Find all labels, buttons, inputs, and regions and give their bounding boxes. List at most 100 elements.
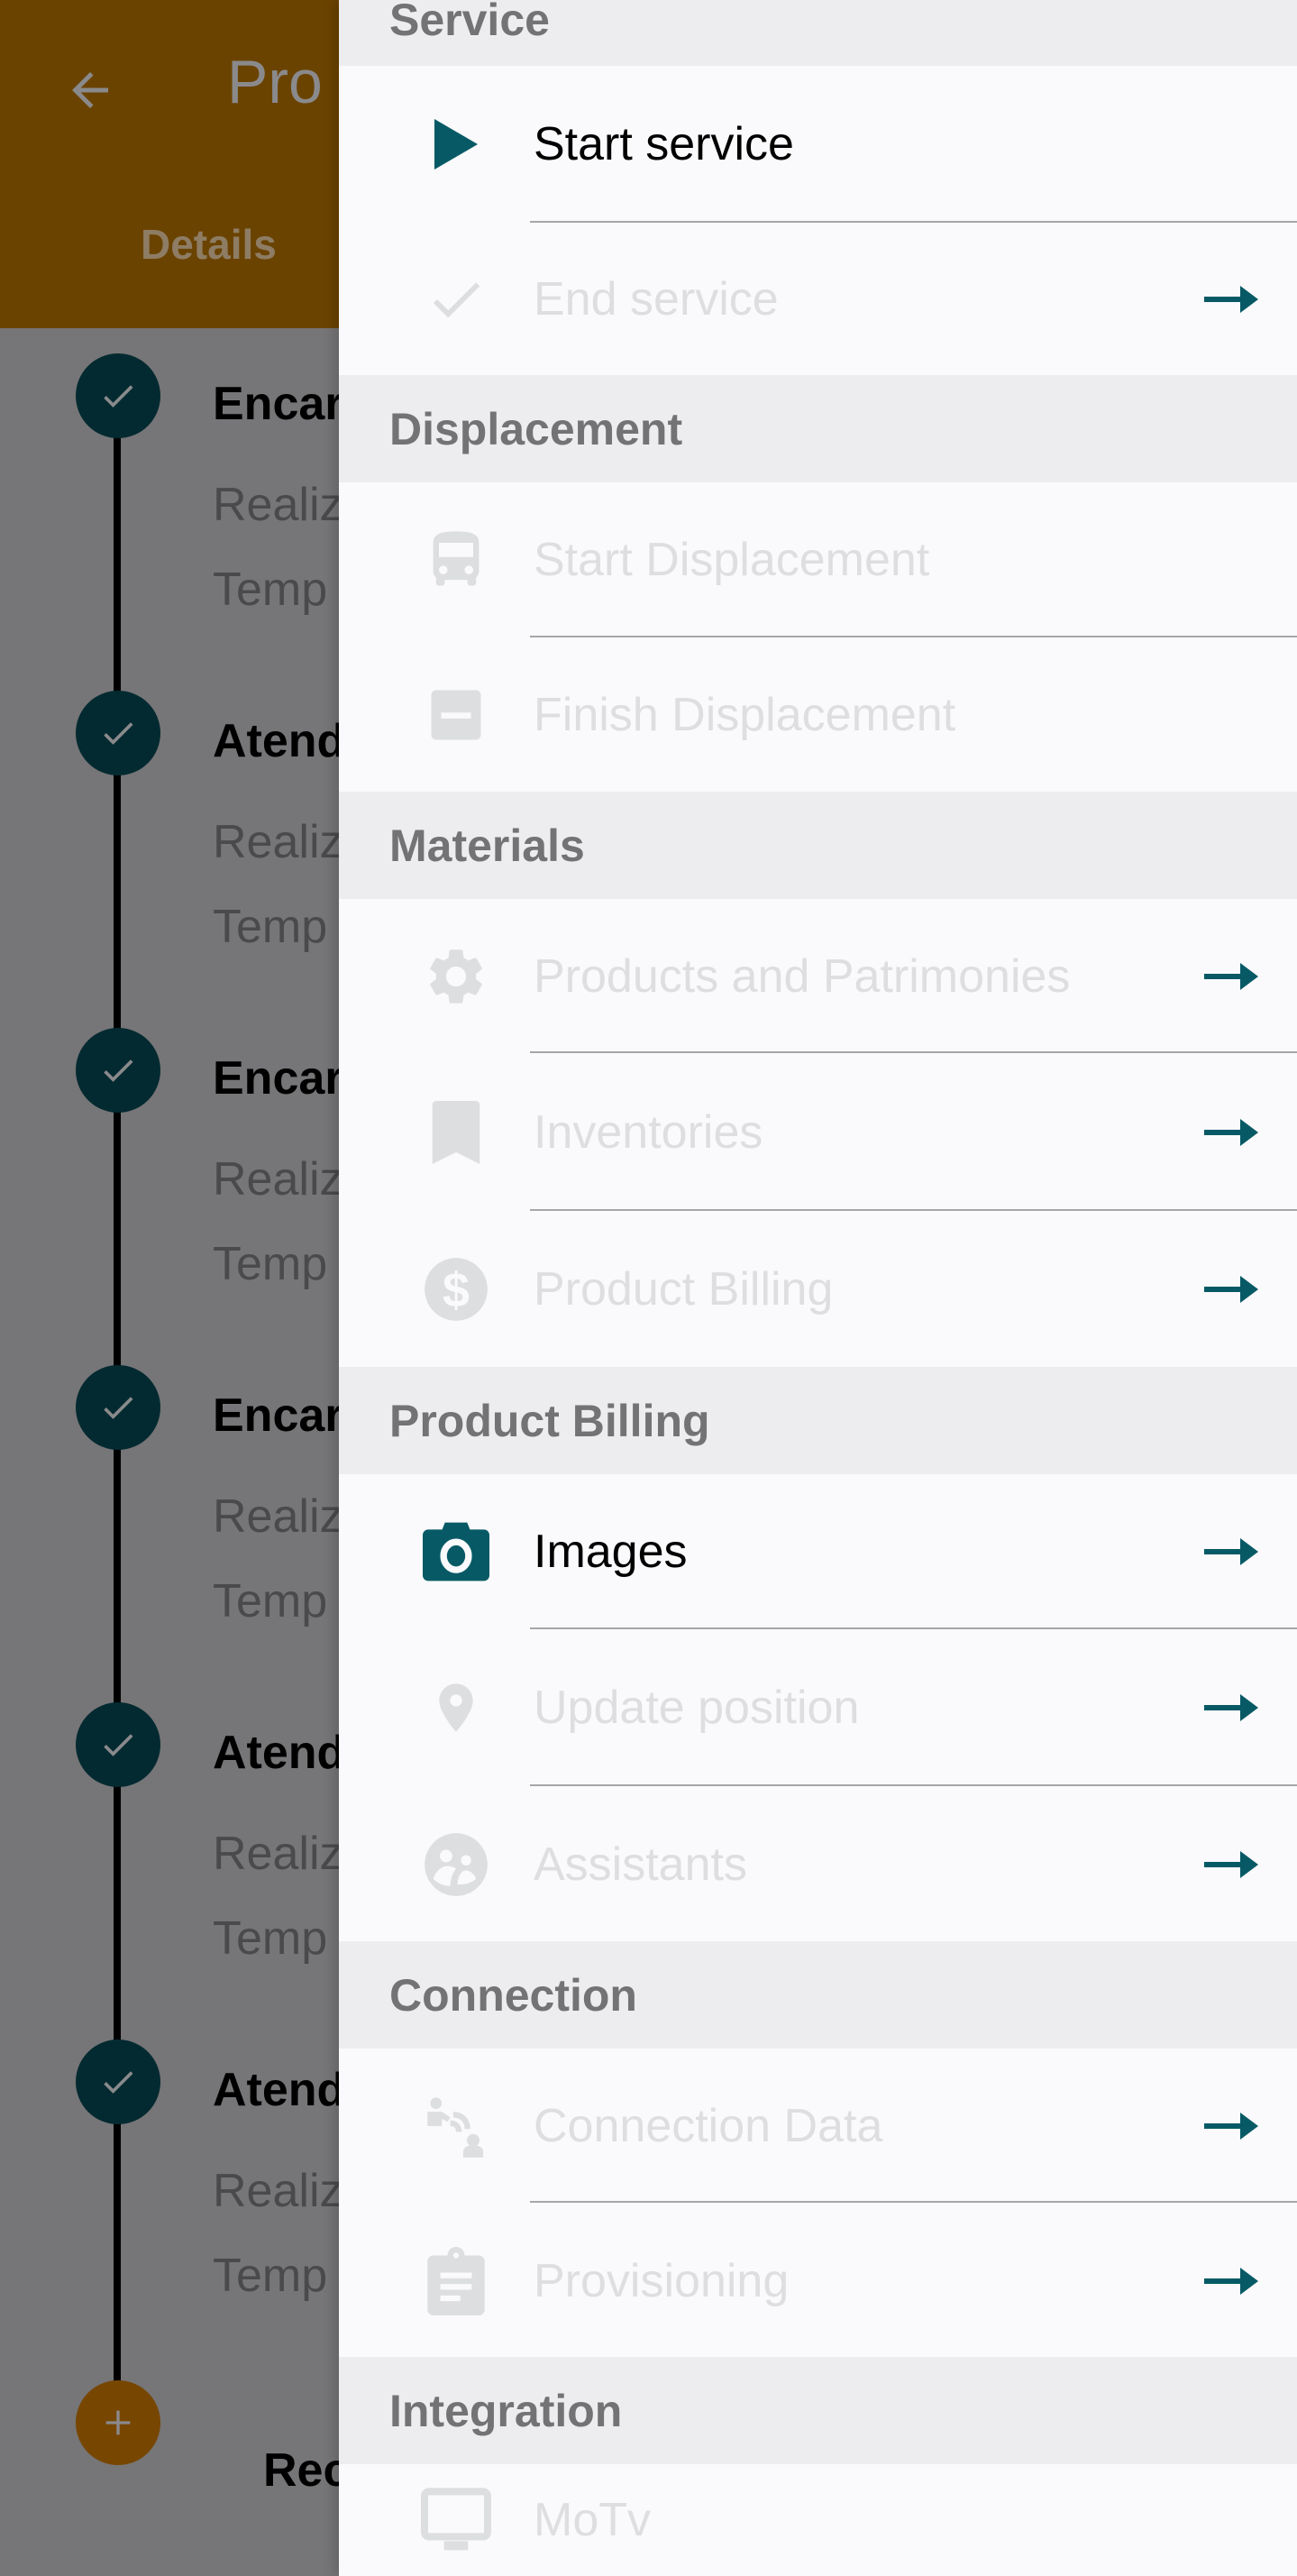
- step-performed: Realiz: [213, 1828, 339, 1880]
- step-title: Atend: [213, 1727, 339, 1779]
- menu-item-label: Finish Displacement: [534, 688, 956, 741]
- bookmark-icon: [420, 1096, 492, 1169]
- background-screen: Pro Details Encar Realiz Temp Atend Real…: [0, 0, 339, 2576]
- arrow-right-icon: [1204, 1275, 1258, 1303]
- menu-item-label: Inventories: [534, 1105, 763, 1159]
- menu-item-label: Products and Patrimonies: [534, 949, 1071, 1003]
- check-icon: [104, 1059, 133, 1082]
- step-performed: Realiz: [213, 1153, 339, 1205]
- arrow-right-icon: [1204, 1118, 1258, 1146]
- menu-item-connection-data[interactable]: Connection Data: [339, 2049, 1297, 2203]
- add-step-button[interactable]: [76, 2380, 160, 2465]
- menu-item-products-and-patrimonies[interactable]: Products and Patrimonies: [339, 899, 1297, 1053]
- section-header-service: Service: [339, 0, 1297, 66]
- menu-item-provisioning[interactable]: Provisioning: [339, 2203, 1297, 2359]
- people-icon: [420, 1829, 492, 1901]
- step-time: Temp: [213, 564, 328, 616]
- menu-item-label: Assistants: [534, 1838, 747, 1891]
- step-title: Atend: [213, 2064, 339, 2116]
- menu-item-label: Start Displacement: [534, 534, 930, 586]
- menu-item-finish-displacement[interactable]: Finish Displacement: [339, 637, 1297, 792]
- menu-item-label: End service: [534, 272, 779, 325]
- menu-item-end-service[interactable]: End service: [339, 223, 1297, 375]
- navigate-arrow[interactable]: [1204, 1275, 1258, 1303]
- menu-item-start-displacement[interactable]: Start Displacement: [339, 482, 1297, 637]
- plus-icon: [105, 2410, 131, 2435]
- navigate-arrow[interactable]: [1204, 1538, 1258, 1565]
- section-header-connection: Connection: [339, 1941, 1297, 2049]
- check-icon: [104, 722, 133, 745]
- menu-item-label: Start service: [534, 118, 794, 170]
- check-icon: [104, 1397, 133, 1419]
- step-title: Encar: [213, 378, 339, 430]
- menu-item-images[interactable]: Images: [339, 1474, 1297, 1629]
- gear-icon: [420, 940, 492, 1013]
- step-time: Temp: [213, 1575, 328, 1627]
- navigate-arrow[interactable]: [1204, 1850, 1258, 1878]
- step-performed: Realiz: [213, 816, 339, 868]
- step-done-badge: [76, 2040, 160, 2124]
- navigate-arrow[interactable]: [1204, 1694, 1258, 1721]
- step-done-badge: [76, 691, 160, 775]
- section-header-materials: Materials: [339, 792, 1297, 899]
- step-title: Atend: [213, 715, 339, 767]
- dollar-icon: $: [420, 1253, 492, 1325]
- menu-item-label: Images: [534, 1526, 688, 1578]
- step-done-badge: [76, 1028, 160, 1113]
- navigate-arrow[interactable]: [1204, 2112, 1258, 2140]
- menu-item-label: Product Billing: [534, 1262, 834, 1316]
- step-performed: Realiz: [213, 1490, 339, 1543]
- location-pin-icon: [420, 1672, 492, 1744]
- arrow-right-icon: [1204, 1850, 1258, 1878]
- bus-icon: [420, 524, 492, 596]
- arrow-right-icon: [1204, 2267, 1258, 2295]
- step-done-badge: [76, 1702, 160, 1787]
- step-title: Encar: [213, 1389, 339, 1442]
- minus-box-icon: [420, 679, 492, 751]
- menu-item-start-service[interactable]: Start service: [339, 66, 1297, 223]
- actions-drawer: Service Start service End service Displacem…: [339, 0, 1297, 2576]
- section-header-product-billing: Product Billing: [339, 1367, 1297, 1474]
- step-done-badge: [76, 1365, 160, 1450]
- menu-item-label: MoTv: [534, 2494, 651, 2546]
- navigate-arrow[interactable]: [1204, 2267, 1258, 2295]
- step-performed: Realiz: [213, 2165, 339, 2217]
- menu-item-product-billing[interactable]: $ Product Billing: [339, 1211, 1297, 1367]
- camera-icon: [420, 1516, 492, 1588]
- menu-item-label: Provisioning: [534, 2254, 790, 2307]
- menu-item-update-position[interactable]: Update position: [339, 1629, 1297, 1786]
- check-icon: [104, 385, 133, 408]
- step-time: Temp: [213, 1238, 328, 1290]
- menu-item-inventories[interactable]: Inventories: [339, 1053, 1297, 1211]
- navigate-arrow[interactable]: [1204, 962, 1258, 990]
- step-done-badge: [76, 353, 160, 438]
- navigate-arrow[interactable]: [1204, 1118, 1258, 1146]
- step-title: Encar: [213, 1052, 339, 1105]
- arrow-right-icon: [1204, 285, 1258, 313]
- connection-icon: [420, 2090, 492, 2162]
- menu-item-label: Connection Data: [534, 2099, 883, 2152]
- play-icon: [420, 108, 492, 180]
- arrow-right-icon: [1204, 962, 1258, 990]
- step-time: Temp: [213, 901, 328, 953]
- check-icon: [420, 263, 492, 335]
- check-icon: [104, 2071, 133, 2094]
- monitor-icon: [420, 2484, 492, 2556]
- section-header-integration: Integration: [339, 2357, 1297, 2464]
- arrow-right-icon: [1204, 2112, 1258, 2140]
- check-icon: [104, 1734, 133, 1756]
- arrow-right-icon: [1204, 1694, 1258, 1721]
- step-performed: Realiz: [213, 479, 339, 531]
- arrow-right-icon: [1204, 1538, 1258, 1565]
- step-time: Temp: [213, 2250, 328, 2302]
- step-time: Temp: [213, 1912, 328, 1965]
- timeline-step[interactable]: Atend Realiz Temp: [0, 0, 339, 2302]
- menu-item-label: Update position: [534, 1682, 860, 1734]
- navigate-arrow[interactable]: [1204, 285, 1258, 313]
- menu-item-motv[interactable]: MoTv: [339, 2464, 1297, 2576]
- add-step-label: Rec: [263, 2444, 339, 2497]
- svg-text:$: $: [443, 1263, 470, 1317]
- menu-item-assistants[interactable]: Assistants: [339, 1786, 1297, 1942]
- clipboard-icon: [420, 2245, 492, 2317]
- section-header-displacement: Displacement: [339, 375, 1297, 482]
